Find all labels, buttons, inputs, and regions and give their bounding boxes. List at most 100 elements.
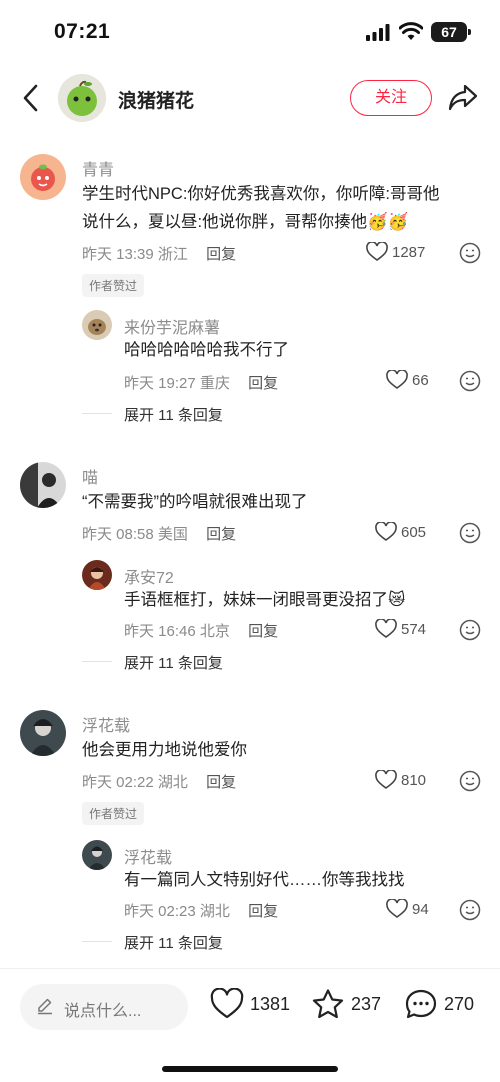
reply-text: 有一篇同人文特别好代……你等我找找	[124, 871, 405, 889]
comment-input[interactable]: 说点什么...	[20, 984, 188, 1030]
reply-button[interactable]: 回复	[248, 623, 278, 640]
heart-icon	[375, 619, 397, 638]
emoji-reaction-icon[interactable]	[459, 370, 481, 392]
like-button[interactable]: 574	[375, 619, 426, 639]
emoji-reaction-icon[interactable]	[459, 619, 481, 641]
comment-input-placeholder: 说点什么...	[64, 1003, 142, 1020]
comment-text: 学生时代NPC:你好优秀我喜欢你，你听障:哥哥他 说什么，夏以昼:他说你胖，哥帮…	[82, 180, 440, 236]
star-icon	[312, 989, 344, 1019]
heart-icon	[375, 522, 397, 541]
comment-text-line: 学生时代NPC:你好优秀我喜欢你，你听障:哥哥他	[82, 185, 440, 203]
bottom-action-bar: 说点什么... 1381 237 270	[0, 968, 500, 1082]
like-count: 94	[412, 900, 429, 918]
reply-location: 重庆	[199, 375, 230, 392]
like-button[interactable]: 810	[375, 770, 426, 790]
reply-button[interactable]: 回复	[248, 375, 278, 392]
dog-avatar-icon	[82, 310, 112, 340]
comment-text-line: 他会更用力地说他爱你	[82, 741, 247, 759]
reply-meta: 昨天 02:23 湖北 回复	[124, 900, 278, 921]
reply-avatar[interactable]	[82, 560, 112, 590]
comment-username[interactable]: 浮花载	[82, 712, 130, 736]
expand-replies-link[interactable]: 展开 11 条回复	[124, 404, 223, 425]
pencil-icon	[38, 998, 52, 1015]
comment-text-line: 说什么，夏以昼:他说你胖，哥帮你揍他🥳🥳	[82, 213, 409, 231]
reply-button[interactable]: 回复	[248, 903, 278, 920]
author-avatar[interactable]	[58, 74, 106, 122]
peach-avatar-icon	[20, 154, 66, 200]
like-note-button[interactable]: 1381	[210, 988, 290, 1020]
reply-avatar[interactable]	[82, 310, 112, 340]
reply-button[interactable]: 回复	[206, 526, 236, 543]
home-indicator	[162, 1066, 338, 1072]
reply-avatar[interactable]	[82, 840, 112, 870]
person-avatar-icon	[20, 462, 66, 508]
comment-bubble-icon	[405, 989, 437, 1019]
comment-avatar[interactable]	[20, 462, 66, 508]
comment-username[interactable]: 喵	[82, 464, 98, 488]
reply-button[interactable]: 回复	[206, 246, 236, 263]
heart-icon	[366, 242, 388, 261]
emoji-reaction-icon[interactable]	[459, 899, 481, 921]
author-name[interactable]: 浪猪猪花	[118, 86, 194, 113]
comment-username[interactable]: 青青	[82, 156, 114, 180]
like-button[interactable]: 605	[375, 522, 426, 542]
wifi-icon	[399, 22, 423, 40]
comment-avatar[interactable]	[20, 154, 66, 200]
like-count: 1287	[392, 243, 426, 261]
anime-avatar-icon	[82, 560, 112, 590]
reply-location: 湖北	[199, 903, 230, 920]
author-liked-badge: 作者赞过	[82, 802, 145, 825]
like-button[interactable]: 1287	[366, 242, 425, 262]
comment-location: 美国	[157, 526, 188, 543]
reply-location: 北京	[199, 623, 230, 640]
expand-divider	[82, 413, 112, 414]
apple-avatar-icon	[58, 74, 106, 122]
like-count: 574	[401, 620, 427, 638]
like-button[interactable]: 66	[386, 370, 429, 390]
comment-text: 他会更用力地说他爱你	[82, 736, 247, 764]
comment-time: 昨天 08:58	[82, 526, 154, 543]
expand-divider	[82, 661, 112, 662]
follow-button[interactable]: 关注	[350, 80, 432, 116]
like-count: 810	[401, 771, 427, 789]
heart-icon	[375, 770, 397, 789]
comment-button[interactable]: 270	[404, 988, 474, 1020]
battery-indicator: 67	[431, 22, 471, 42]
comment-meta: 昨天 02:22 湖北 回复	[82, 771, 236, 792]
reply-time: 昨天 19:27	[124, 375, 196, 392]
reply-username[interactable]: 来份芋泥麻薯	[124, 314, 220, 338]
reply-text: 手语框框打，妹妹一闭眼哥更没招了😿	[124, 591, 406, 609]
note-comment-count: 270	[444, 993, 475, 1014]
reply-text: 哈哈哈哈哈哈我不行了	[124, 341, 289, 359]
reply-time: 昨天 16:46	[124, 623, 196, 640]
back-arrow-icon[interactable]	[20, 82, 42, 114]
reply-username[interactable]: 承安72	[124, 564, 174, 588]
reply-time: 昨天 02:23	[124, 903, 196, 920]
like-count: 605	[401, 523, 427, 541]
expand-replies-link[interactable]: 展开 11 条回复	[124, 652, 223, 673]
note-collect-count: 237	[351, 993, 382, 1014]
note-like-count: 1381	[250, 993, 291, 1014]
heart-icon	[386, 370, 408, 389]
like-count: 66	[412, 371, 429, 389]
comment-location: 浙江	[157, 246, 188, 263]
emoji-reaction-icon[interactable]	[459, 242, 481, 264]
comment-meta: 昨天 08:58 美国 回复	[82, 523, 236, 544]
reply-username[interactable]: 浮花载	[124, 844, 172, 868]
expand-replies-link[interactable]: 展开 11 条回复	[124, 932, 223, 953]
reply-button[interactable]: 回复	[206, 774, 236, 791]
signal-icon	[366, 24, 390, 41]
character-avatar-icon	[20, 710, 66, 756]
expand-divider	[82, 941, 112, 942]
comment-avatar[interactable]	[20, 710, 66, 756]
reply-meta: 昨天 16:46 北京 回复	[124, 620, 278, 641]
like-button[interactable]: 94	[386, 899, 429, 919]
comment-text: “不需要我”的吟唱就很难出现了	[82, 488, 308, 516]
comment-text-line: “不需要我”的吟唱就很难出现了	[82, 493, 308, 511]
collect-button[interactable]: 237	[311, 988, 381, 1020]
note-header: 浪猪猪花 关注	[0, 68, 500, 128]
emoji-reaction-icon[interactable]	[459, 770, 481, 792]
share-icon[interactable]	[447, 82, 479, 112]
comment-time: 昨天 02:22	[82, 774, 154, 791]
emoji-reaction-icon[interactable]	[459, 522, 481, 544]
